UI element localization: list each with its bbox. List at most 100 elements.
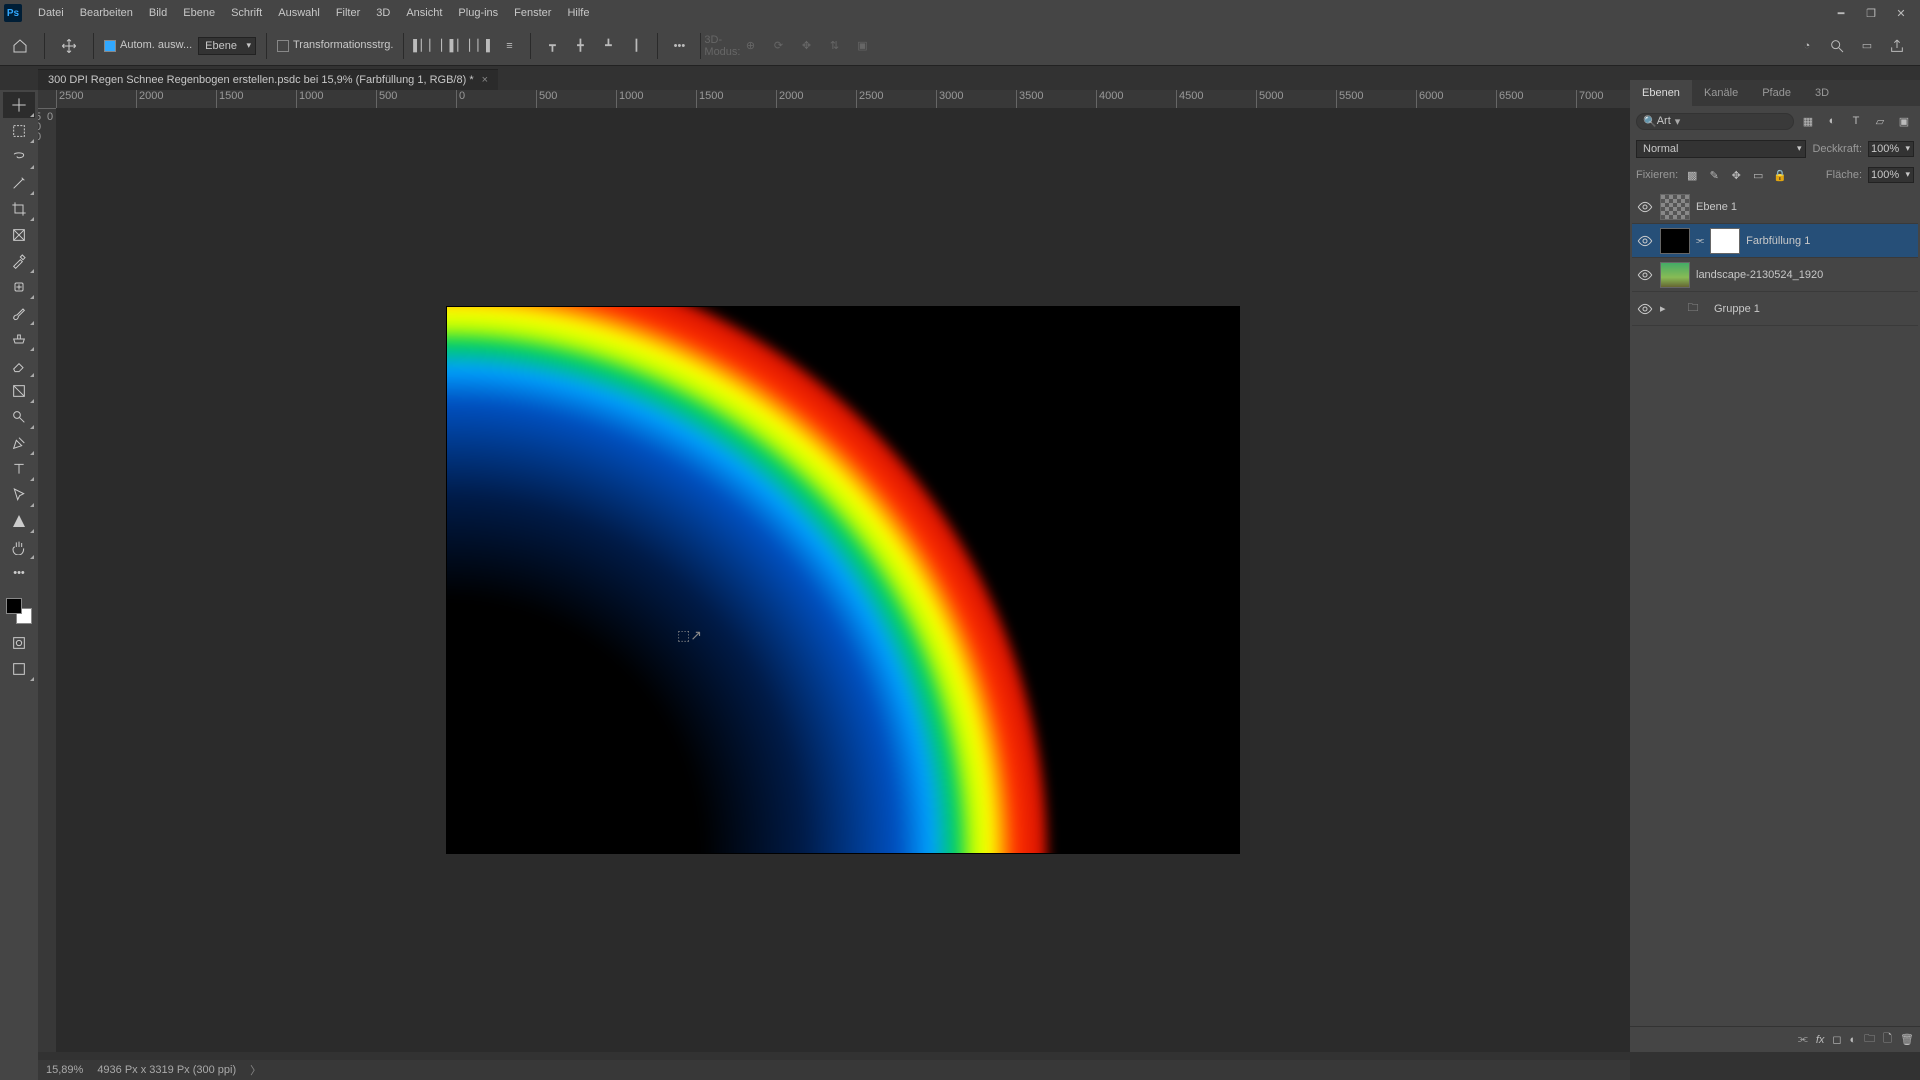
fill-input[interactable]: 100% xyxy=(1868,167,1914,183)
healing-brush-tool[interactable] xyxy=(3,274,35,300)
menu-schrift[interactable]: Schrift xyxy=(223,0,270,26)
layer-mask-icon[interactable]: ◻ xyxy=(1832,1033,1841,1046)
close-button[interactable]: ✕ xyxy=(1886,3,1916,23)
visibility-toggle-icon[interactable] xyxy=(1636,301,1654,317)
vertical-ruler[interactable]: 050010001500200025003000 xyxy=(38,108,56,1052)
move-tool[interactable] xyxy=(3,92,35,118)
lock-pixels-icon[interactable]: ✎ xyxy=(1706,169,1722,182)
layer-thumbnail[interactable] xyxy=(1660,228,1690,254)
menu-3d[interactable]: 3D xyxy=(368,0,398,26)
layer-style-icon[interactable]: fx xyxy=(1816,1034,1825,1046)
tab-3d[interactable]: 3D xyxy=(1803,80,1841,106)
layer-row[interactable]: Ebene 1 xyxy=(1632,190,1918,224)
magic-wand-tool[interactable] xyxy=(3,170,35,196)
maximize-button[interactable]: ❐ xyxy=(1856,3,1886,23)
layer-group-icon[interactable]: 🗀 xyxy=(1864,1030,1875,1049)
link-layers-icon[interactable]: ⫘ xyxy=(1798,1033,1808,1046)
layer-thumbnail[interactable] xyxy=(1660,194,1690,220)
type-tool[interactable] xyxy=(3,456,35,482)
menu-ebene[interactable]: Ebene xyxy=(175,0,223,26)
visibility-toggle-icon[interactable] xyxy=(1636,267,1654,283)
layer-name[interactable]: Ebene 1 xyxy=(1696,201,1914,213)
gradient-tool[interactable] xyxy=(3,378,35,404)
tab-channels[interactable]: Kanäle xyxy=(1692,80,1750,106)
blend-mode-select[interactable]: Normal xyxy=(1636,140,1806,158)
menu-filter[interactable]: Filter xyxy=(328,0,368,26)
dodge-tool[interactable] xyxy=(3,404,35,430)
filter-pixel-icon[interactable]: ▦ xyxy=(1798,115,1818,128)
share-icon[interactable] xyxy=(1886,35,1908,57)
cloud-docs-icon[interactable]: ◔ xyxy=(1796,35,1818,57)
edit-toolbar-icon[interactable]: ••• xyxy=(3,560,35,586)
info-menu-icon[interactable]: 〉 xyxy=(250,1062,261,1078)
move-tool-icon[interactable] xyxy=(55,32,83,60)
menu-auswahl[interactable]: Auswahl xyxy=(270,0,328,26)
home-icon[interactable] xyxy=(6,32,34,60)
align-bottom-icon[interactable]: ┻ xyxy=(597,35,619,57)
document-tab[interactable]: 300 DPI Regen Schnee Regenbogen erstelle… xyxy=(38,69,498,90)
layer-row[interactable]: ▸🗀Gruppe 1 xyxy=(1632,292,1918,326)
tab-layers[interactable]: Ebenen xyxy=(1630,80,1692,106)
canvas-viewport[interactable]: ⬚↗ xyxy=(56,108,1630,1052)
color-swatches[interactable] xyxy=(6,598,32,624)
filter-smart-icon[interactable]: ▣ xyxy=(1894,115,1914,128)
menu-fenster[interactable]: Fenster xyxy=(506,0,559,26)
layer-thumbnail[interactable] xyxy=(1660,262,1690,288)
layer-row[interactable]: ⫘ Farbfüllung 1 xyxy=(1632,224,1918,258)
align-top-icon[interactable]: ┳ xyxy=(541,35,563,57)
new-layer-icon[interactable]: 🗋 xyxy=(1883,1030,1892,1049)
marquee-tool[interactable] xyxy=(3,118,35,144)
menu-bearbeiten[interactable]: Bearbeiten xyxy=(72,0,141,26)
screen-mode-icon[interactable] xyxy=(3,656,35,682)
menu-datei[interactable]: Datei xyxy=(30,0,72,26)
auto-select-target[interactable]: Ebene xyxy=(198,37,256,55)
lock-all-icon[interactable]: 🔒 xyxy=(1772,169,1788,182)
path-select-tool[interactable] xyxy=(3,482,35,508)
lock-transparency-icon[interactable]: ▩ xyxy=(1684,169,1700,182)
lasso-tool[interactable] xyxy=(3,144,35,170)
lock-artboard-icon[interactable]: ▭ xyxy=(1750,169,1766,182)
document-canvas[interactable]: ⬚↗ xyxy=(447,307,1239,853)
mask-link-icon[interactable]: ⫘ xyxy=(1696,235,1704,246)
pen-tool[interactable] xyxy=(3,430,35,456)
distribute-h-icon[interactable]: ≡ xyxy=(498,35,520,57)
expand-group-icon[interactable]: ▸ xyxy=(1660,302,1672,315)
menu-hilfe[interactable]: Hilfe xyxy=(559,0,597,26)
transform-controls-checkbox[interactable]: Transformationsstrg. xyxy=(277,39,393,51)
tab-paths[interactable]: Pfade xyxy=(1750,80,1803,106)
filter-type-icon[interactable]: T xyxy=(1846,115,1866,127)
align-center-h-icon[interactable]: ▏▌▏ xyxy=(442,35,464,57)
visibility-toggle-icon[interactable] xyxy=(1636,233,1654,249)
zoom-level[interactable]: 15,89% xyxy=(46,1064,83,1076)
shape-tool[interactable] xyxy=(3,508,35,534)
visibility-toggle-icon[interactable] xyxy=(1636,199,1654,215)
adjustment-layer-icon[interactable]: ◐ xyxy=(1850,1034,1857,1046)
align-center-v-icon[interactable]: ╋ xyxy=(569,35,591,57)
layer-row[interactable]: landscape-2130524_1920 xyxy=(1632,258,1918,292)
align-left-icon[interactable]: ▌▏▏ xyxy=(414,35,436,57)
menu-ansicht[interactable]: Ansicht xyxy=(398,0,450,26)
quick-mask-icon[interactable] xyxy=(3,630,35,656)
align-right-icon[interactable]: ▏▏▌ xyxy=(470,35,492,57)
ruler-origin[interactable] xyxy=(38,90,56,108)
layer-name[interactable]: Gruppe 1 xyxy=(1714,303,1914,315)
minimize-button[interactable]: ━ xyxy=(1826,3,1856,23)
document-info[interactable]: 4936 Px x 3319 Px (300 ppi) xyxy=(97,1064,236,1076)
clone-stamp-tool[interactable] xyxy=(3,326,35,352)
filter-adjust-icon[interactable]: ◐ xyxy=(1822,115,1842,127)
menu-plug-ins[interactable]: Plug-ins xyxy=(450,0,506,26)
layer-name[interactable]: landscape-2130524_1920 xyxy=(1696,269,1914,281)
opacity-input[interactable]: 100% xyxy=(1868,141,1914,157)
auto-select-checkbox[interactable]: Autom. ausw... xyxy=(104,39,192,51)
search-icon[interactable] xyxy=(1826,35,1848,57)
horizontal-ruler[interactable]: 2500200015001000500050010001500200025003… xyxy=(56,90,1630,108)
eraser-tool[interactable] xyxy=(3,352,35,378)
frame-tool[interactable] xyxy=(3,222,35,248)
more-align-icon[interactable]: ••• xyxy=(668,35,690,57)
layer-name[interactable]: Farbfüllung 1 xyxy=(1746,235,1914,247)
delete-layer-icon[interactable]: 🗑 xyxy=(1900,1033,1914,1046)
layer-filter-kind[interactable]: 🔍 Art ▾ xyxy=(1636,113,1794,130)
hand-tool[interactable] xyxy=(3,534,35,560)
menu-bild[interactable]: Bild xyxy=(141,0,175,26)
lock-position-icon[interactable]: ✥ xyxy=(1728,169,1744,182)
